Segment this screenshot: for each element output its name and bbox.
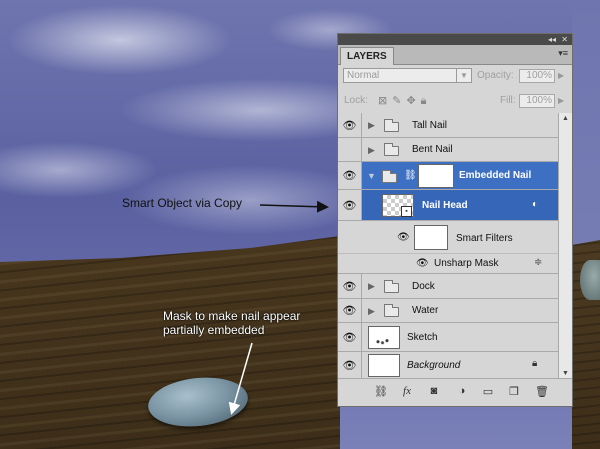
folder-icon — [384, 280, 399, 293]
layer-row-tall-nail[interactable]: 👁︎ ▶ Tall Nail — [338, 113, 558, 138]
layer-name: Embedded Nail — [459, 170, 532, 181]
folder-icon — [384, 143, 399, 156]
fill-input[interactable]: 100% — [519, 94, 555, 108]
layer-name: Smart Filters — [456, 233, 513, 244]
collapse-icon[interactable]: ◂◂ — [548, 34, 556, 45]
expand-triangle-icon[interactable]: ▶ — [368, 306, 375, 317]
layer-name: Sketch — [407, 332, 438, 343]
layer-row-dock[interactable]: 👁︎ ▶ Dock — [338, 274, 558, 299]
lock-fill-row: Lock: ⊠✎✥🔒︎ Fill: 100% ▶ — [338, 91, 572, 111]
mask-icon[interactable]: ◙ — [427, 385, 441, 397]
lock-move-icon[interactable]: ✥ — [406, 95, 420, 107]
layer-name: Water — [412, 305, 439, 316]
expand-triangle-icon[interactable]: ▶ — [368, 145, 375, 156]
lock-label: Lock: — [344, 95, 368, 106]
layer-row-nail-head[interactable]: 👁︎ ▪ Nail Head ◐ — [338, 190, 558, 221]
annotation-mask-line2: partially embedded — [163, 323, 265, 337]
layer-name: Background — [407, 360, 461, 371]
expand-triangle-icon[interactable]: ▶ — [368, 281, 375, 292]
collapse-triangle-icon[interactable]: ▼ — [367, 171, 376, 181]
eye-icon[interactable]: 👁︎ — [338, 162, 362, 189]
layer-thumbnail[interactable] — [368, 354, 400, 377]
eye-icon[interactable]: 👁︎ — [338, 274, 362, 298]
new-layer-icon[interactable]: ❐ — [507, 385, 521, 398]
layer-row-smart-filters[interactable]: 👁︎ Smart Filters — [338, 221, 558, 254]
eye-icon[interactable]: 👁︎ — [416, 258, 429, 269]
fill-arrow-icon[interactable]: ▶ — [558, 96, 564, 105]
layers-panel: ◂◂ ✕ LAYERS ▾≡ Normal ▼ Opacity: 100% ▶ … — [337, 33, 573, 407]
folder-icon — [384, 304, 399, 317]
layer-list-scrollbar[interactable]: ▲ ▼ — [558, 113, 572, 379]
lock-options: ⊠✎✥🔒︎ — [378, 94, 432, 108]
lock-paint-icon[interactable]: ✎ — [392, 95, 406, 107]
fill-label: Fill: — [500, 95, 516, 106]
panel-tab-row: LAYERS ▾≡ — [338, 45, 572, 65]
layer-mask-thumbnail[interactable] — [418, 164, 454, 188]
eye-icon[interactable]: 👁︎ — [338, 323, 362, 351]
layer-name: Dock — [412, 281, 435, 292]
opacity-arrow-icon[interactable]: ▶ — [558, 71, 564, 80]
opacity-input[interactable]: 100% — [519, 69, 555, 83]
annotation-smart-object: Smart Object via Copy — [122, 196, 243, 210]
link-layers-icon[interactable]: ⛓︎ — [374, 385, 388, 398]
blend-mode-value: Normal — [347, 70, 380, 81]
layer-row-sketch[interactable]: 👁︎ Sketch — [338, 323, 558, 352]
panel-titlebar[interactable]: ◂◂ ✕ — [338, 34, 572, 45]
trash-icon[interactable]: 🗑︎ — [535, 385, 549, 398]
layer-row-unsharp-mask[interactable]: 👁︎ Unsharp Mask ≑ — [338, 254, 558, 274]
layer-row-bent-nail[interactable]: ▶ Bent Nail — [338, 138, 558, 162]
tab-layers[interactable]: LAYERS — [340, 47, 394, 65]
layer-thumbnail[interactable] — [368, 326, 400, 349]
filter-mask-thumbnail[interactable] — [414, 225, 448, 250]
chevron-down-icon[interactable]: ▼ — [456, 69, 471, 82]
filter-options-icon[interactable]: ≑ — [534, 257, 542, 268]
folder-icon — [384, 119, 399, 132]
eye-icon[interactable]: 👁︎ — [397, 232, 410, 243]
scroll-up-icon[interactable]: ▲ — [562, 115, 569, 122]
adjustment-icon[interactable]: ◑ — [455, 385, 469, 397]
eye-icon[interactable]: 👁︎ — [338, 299, 362, 322]
annotation-mask-line1: Mask to make nail appear — [163, 309, 301, 323]
smart-filter-icon[interactable]: ◐ — [532, 199, 538, 210]
panel-footer: ⛓︎ fx ◙ ◑ ▭ ❐ 🗑︎ — [338, 378, 572, 406]
blend-opacity-row: Normal ▼ Opacity: 100% ▶ — [338, 65, 572, 85]
lock-all-icon[interactable]: 🔒︎ — [421, 95, 432, 107]
layer-list: 👁︎ ▶ Tall Nail ▶ Bent Nail 👁︎ ▼ ⛓︎ Embed… — [338, 113, 558, 379]
scroll-down-icon[interactable]: ▼ — [562, 370, 569, 377]
blank-cell — [338, 254, 362, 273]
layer-name: Bent Nail — [412, 144, 453, 155]
layer-row-water[interactable]: 👁︎ ▶ Water — [338, 299, 558, 323]
lock-icon: 🔒︎ — [532, 358, 538, 369]
layer-row-background[interactable]: 👁︎ Background 🔒︎ — [338, 352, 558, 379]
eye-icon[interactable]: 👁︎ — [338, 190, 362, 220]
eye-icon[interactable]: 👁︎ — [338, 352, 362, 379]
chain-link-icon[interactable]: ⛓︎ — [404, 170, 417, 181]
fx-icon[interactable]: fx — [400, 385, 414, 397]
eye-icon[interactable] — [338, 138, 362, 161]
layer-row-embedded-nail[interactable]: 👁︎ ▼ ⛓︎ Embedded Nail — [338, 162, 558, 190]
blend-mode-select[interactable]: Normal ▼ — [343, 68, 472, 83]
layer-name: Unsharp Mask — [434, 258, 499, 269]
lock-transparency-icon[interactable]: ⊠ — [378, 95, 392, 107]
eye-icon[interactable]: 👁︎ — [338, 113, 362, 137]
expand-triangle-icon[interactable]: ▶ — [368, 120, 375, 131]
smart-object-badge-icon: ▪ — [401, 206, 412, 217]
new-group-icon[interactable]: ▭ — [481, 385, 495, 398]
opacity-label: Opacity: — [477, 70, 514, 81]
layer-name: Nail Head — [422, 200, 468, 211]
dock-object — [580, 260, 600, 300]
close-icon[interactable]: ✕ — [561, 34, 568, 45]
layer-name: Tall Nail — [412, 120, 448, 131]
folder-icon — [382, 170, 397, 183]
panel-menu-icon[interactable]: ▾≡ — [558, 48, 568, 59]
blank-cell — [338, 221, 362, 253]
